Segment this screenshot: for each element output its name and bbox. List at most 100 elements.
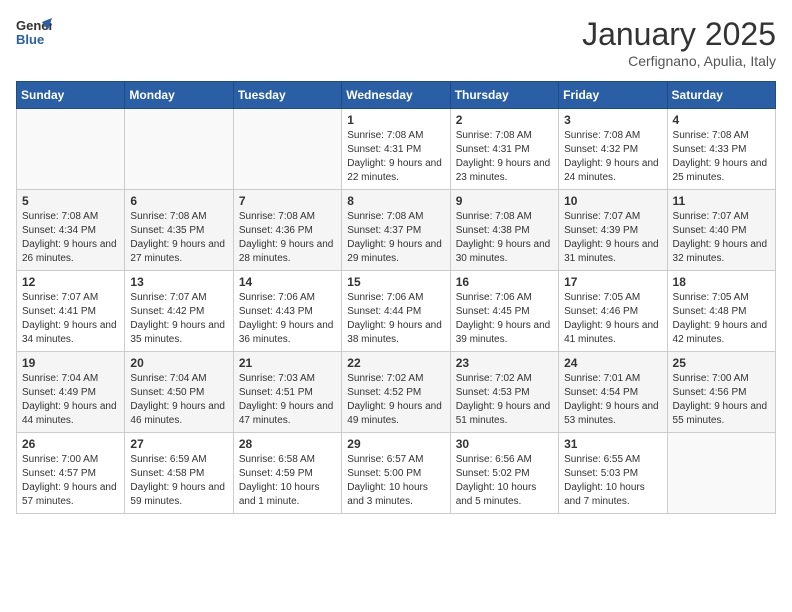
- day-info: Sunrise: 7:04 AM Sunset: 4:49 PM Dayligh…: [22, 372, 119, 428]
- day-number: 30: [456, 437, 553, 451]
- day-number: 31: [564, 437, 661, 451]
- calendar-cell: 10 Sunrise: 7:07 AM Sunset: 4:39 PM Dayli…: [559, 190, 667, 271]
- day-number: 5: [22, 194, 119, 208]
- calendar-week-row: 26 Sunrise: 7:00 AM Sunset: 4:57 PM Dayli…: [17, 433, 776, 514]
- calendar-cell: 14 Sunrise: 7:06 AM Sunset: 4:43 PM Dayli…: [233, 271, 341, 352]
- day-info: Sunrise: 7:08 AM Sunset: 4:31 PM Dayligh…: [456, 129, 553, 185]
- weekday-header: Monday: [125, 82, 233, 109]
- day-info: Sunrise: 7:08 AM Sunset: 4:37 PM Dayligh…: [347, 210, 444, 266]
- calendar-cell: 2 Sunrise: 7:08 AM Sunset: 4:31 PM Daylig…: [450, 109, 558, 190]
- day-number: 25: [673, 356, 770, 370]
- day-number: 29: [347, 437, 444, 451]
- calendar-cell: 13Sunrise: 7:07 AM Sunset: 4:42 PM Dayli…: [125, 271, 233, 352]
- day-info: Sunrise: 7:06 AM Sunset: 4:43 PM Dayligh…: [239, 291, 336, 347]
- day-info: Sunrise: 7:07 AM Sunset: 4:39 PM Dayligh…: [564, 210, 661, 266]
- day-number: 8: [347, 194, 444, 208]
- day-info: Sunrise: 6:57 AM Sunset: 5:00 PM Dayligh…: [347, 453, 444, 509]
- day-number: 23: [456, 356, 553, 370]
- day-info: Sunrise: 7:02 AM Sunset: 4:53 PM Dayligh…: [456, 372, 553, 428]
- calendar-cell: 30Sunrise: 6:56 AM Sunset: 5:02 PM Dayli…: [450, 433, 558, 514]
- day-info: Sunrise: 7:08 AM Sunset: 4:31 PM Dayligh…: [347, 129, 444, 185]
- calendar-week-row: 19 Sunrise: 7:04 AM Sunset: 4:49 PM Dayli…: [17, 352, 776, 433]
- calendar-week-row: 5Sunrise: 7:08 AM Sunset: 4:34 PM Daylig…: [17, 190, 776, 271]
- calendar-cell: 23 Sunrise: 7:02 AM Sunset: 4:53 PM Dayli…: [450, 352, 558, 433]
- day-info: Sunrise: 7:08 AM Sunset: 4:32 PM Dayligh…: [564, 129, 661, 185]
- day-number: 17: [564, 275, 661, 289]
- day-number: 2: [456, 113, 553, 127]
- calendar-cell: 1 Sunrise: 7:08 AM Sunset: 4:31 PM Daylig…: [342, 109, 450, 190]
- day-info: Sunrise: 6:58 AM Sunset: 4:59 PM Dayligh…: [239, 453, 336, 509]
- calendar-cell: 27 Sunrise: 6:59 AM Sunset: 4:58 PM Dayli…: [125, 433, 233, 514]
- day-info: Sunrise: 7:05 AM Sunset: 4:48 PM Dayligh…: [673, 291, 770, 347]
- day-number: 28: [239, 437, 336, 451]
- weekday-header: Thursday: [450, 82, 558, 109]
- day-number: 20: [130, 356, 227, 370]
- day-info: Sunrise: 7:07 AM Sunset: 4:42 PM Dayligh…: [130, 291, 227, 347]
- calendar-cell: 3Sunrise: 7:08 AM Sunset: 4:32 PM Daylig…: [559, 109, 667, 190]
- day-number: 19: [22, 356, 119, 370]
- calendar-cell: [17, 109, 125, 190]
- day-info: Sunrise: 7:06 AM Sunset: 4:45 PM Dayligh…: [456, 291, 553, 347]
- calendar-cell: [667, 433, 775, 514]
- day-info: Sunrise: 7:08 AM Sunset: 4:33 PM Dayligh…: [673, 129, 770, 185]
- logo: General Blue: [16, 16, 52, 57]
- day-number: 4: [673, 113, 770, 127]
- day-number: 11: [673, 194, 770, 208]
- calendar-cell: 12 Sunrise: 7:07 AM Sunset: 4:41 PM Dayli…: [17, 271, 125, 352]
- weekday-header-row: SundayMondayTuesdayWednesdayThursdayFrid…: [17, 82, 776, 109]
- day-info: Sunrise: 7:03 AM Sunset: 4:51 PM Dayligh…: [239, 372, 336, 428]
- title-block: January 2025 Cerfignano, Apulia, Italy: [582, 16, 776, 69]
- calendar-cell: 9Sunrise: 7:08 AM Sunset: 4:38 PM Daylig…: [450, 190, 558, 271]
- day-info: Sunrise: 7:08 AM Sunset: 4:36 PM Dayligh…: [239, 210, 336, 266]
- day-info: Sunrise: 7:02 AM Sunset: 4:52 PM Dayligh…: [347, 372, 444, 428]
- calendar-cell: 17 Sunrise: 7:05 AM Sunset: 4:46 PM Dayli…: [559, 271, 667, 352]
- logo-graphic: General Blue: [16, 16, 52, 57]
- calendar-cell: 25Sunrise: 7:00 AM Sunset: 4:56 PM Dayli…: [667, 352, 775, 433]
- calendar-cell: 31 Sunrise: 6:55 AM Sunset: 5:03 PM Dayli…: [559, 433, 667, 514]
- calendar-cell: 29 Sunrise: 6:57 AM Sunset: 5:00 PM Dayli…: [342, 433, 450, 514]
- day-info: Sunrise: 7:00 AM Sunset: 4:57 PM Dayligh…: [22, 453, 119, 509]
- day-info: Sunrise: 7:05 AM Sunset: 4:46 PM Dayligh…: [564, 291, 661, 347]
- calendar-cell: 22 Sunrise: 7:02 AM Sunset: 4:52 PM Dayli…: [342, 352, 450, 433]
- day-number: 14: [239, 275, 336, 289]
- weekday-header: Saturday: [667, 82, 775, 109]
- day-number: 6: [130, 194, 227, 208]
- calendar-cell: 24Sunrise: 7:01 AM Sunset: 4:54 PM Dayli…: [559, 352, 667, 433]
- page-header: General Blue January 2025 Cerfignano, Ap…: [16, 16, 776, 69]
- calendar-cell: [125, 109, 233, 190]
- day-number: 22: [347, 356, 444, 370]
- day-info: Sunrise: 7:06 AM Sunset: 4:44 PM Dayligh…: [347, 291, 444, 347]
- calendar-cell: 11Sunrise: 7:07 AM Sunset: 4:40 PM Dayli…: [667, 190, 775, 271]
- weekday-header: Tuesday: [233, 82, 341, 109]
- calendar-cell: 4 Sunrise: 7:08 AM Sunset: 4:33 PM Daylig…: [667, 109, 775, 190]
- day-number: 21: [239, 356, 336, 370]
- day-number: 12: [22, 275, 119, 289]
- calendar-cell: 28 Sunrise: 6:58 AM Sunset: 4:59 PM Dayli…: [233, 433, 341, 514]
- day-info: Sunrise: 7:07 AM Sunset: 4:41 PM Dayligh…: [22, 291, 119, 347]
- calendar-cell: 20 Sunrise: 7:04 AM Sunset: 4:50 PM Dayli…: [125, 352, 233, 433]
- day-number: 16: [456, 275, 553, 289]
- day-info: Sunrise: 7:04 AM Sunset: 4:50 PM Dayligh…: [130, 372, 227, 428]
- day-number: 24: [564, 356, 661, 370]
- calendar-cell: 18 Sunrise: 7:05 AM Sunset: 4:48 PM Dayli…: [667, 271, 775, 352]
- day-info: Sunrise: 6:59 AM Sunset: 4:58 PM Dayligh…: [130, 453, 227, 509]
- day-info: Sunrise: 6:55 AM Sunset: 5:03 PM Dayligh…: [564, 453, 661, 509]
- day-info: Sunrise: 7:08 AM Sunset: 4:35 PM Dayligh…: [130, 210, 227, 266]
- calendar-cell: 6 Sunrise: 7:08 AM Sunset: 4:35 PM Daylig…: [125, 190, 233, 271]
- calendar-table: SundayMondayTuesdayWednesdayThursdayFrid…: [16, 81, 776, 514]
- calendar-cell: [233, 109, 341, 190]
- day-number: 10: [564, 194, 661, 208]
- weekday-header: Friday: [559, 82, 667, 109]
- day-number: 27: [130, 437, 227, 451]
- day-number: 1: [347, 113, 444, 127]
- calendar-cell: 21 Sunrise: 7:03 AM Sunset: 4:51 PM Dayli…: [233, 352, 341, 433]
- calendar-cell: 19 Sunrise: 7:04 AM Sunset: 4:49 PM Dayli…: [17, 352, 125, 433]
- calendar-cell: 15 Sunrise: 7:06 AM Sunset: 4:44 PM Dayli…: [342, 271, 450, 352]
- location-title: Cerfignano, Apulia, Italy: [582, 53, 776, 69]
- month-title: January 2025: [582, 16, 776, 53]
- day-number: 15: [347, 275, 444, 289]
- calendar-cell: 5Sunrise: 7:08 AM Sunset: 4:34 PM Daylig…: [17, 190, 125, 271]
- weekday-header: Wednesday: [342, 82, 450, 109]
- day-number: 26: [22, 437, 119, 451]
- day-number: 18: [673, 275, 770, 289]
